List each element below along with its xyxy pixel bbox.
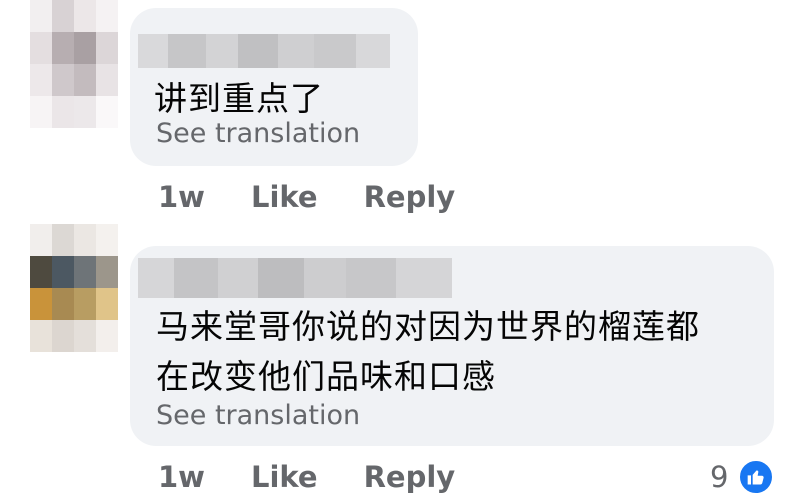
like-button[interactable]: Like [251,180,318,214]
reply-button[interactable]: Reply [364,460,456,494]
comment-line: 马来堂哥你说的对因为世界的榴莲都 [156,307,700,346]
avatar[interactable] [30,224,118,352]
comment-actions: 1w Like Reply [158,180,501,214]
avatar[interactable] [30,0,118,128]
comment-bubble: 讲到重点了 See translation [130,8,418,166]
see-translation-link[interactable]: See translation [156,118,360,149]
comment-timestamp[interactable]: 1w [158,180,205,214]
comment-text: 讲到重点了 [154,79,324,118]
reply-button[interactable]: Reply [364,180,456,214]
thumbs-up-icon[interactable] [737,458,775,496]
see-translation-link[interactable]: See translation [156,400,360,431]
comment-line: 在改变他们品味和口感 [156,357,496,396]
author-name[interactable] [138,34,390,68]
comment-actions: 1w Like Reply [158,460,501,494]
like-button[interactable]: Like [251,460,318,494]
author-name[interactable] [138,258,452,298]
reaction-count[interactable]: 9 [710,460,728,494]
comment-text: 马来堂哥你说的对因为世界的榴莲都 在改变他们品味和口感 [156,302,700,402]
comment-timestamp[interactable]: 1w [158,460,205,494]
thumbs-up-glyph [747,470,764,485]
comment-bubble: 马来堂哥你说的对因为世界的榴莲都 在改变他们品味和口感 See translat… [130,246,774,446]
